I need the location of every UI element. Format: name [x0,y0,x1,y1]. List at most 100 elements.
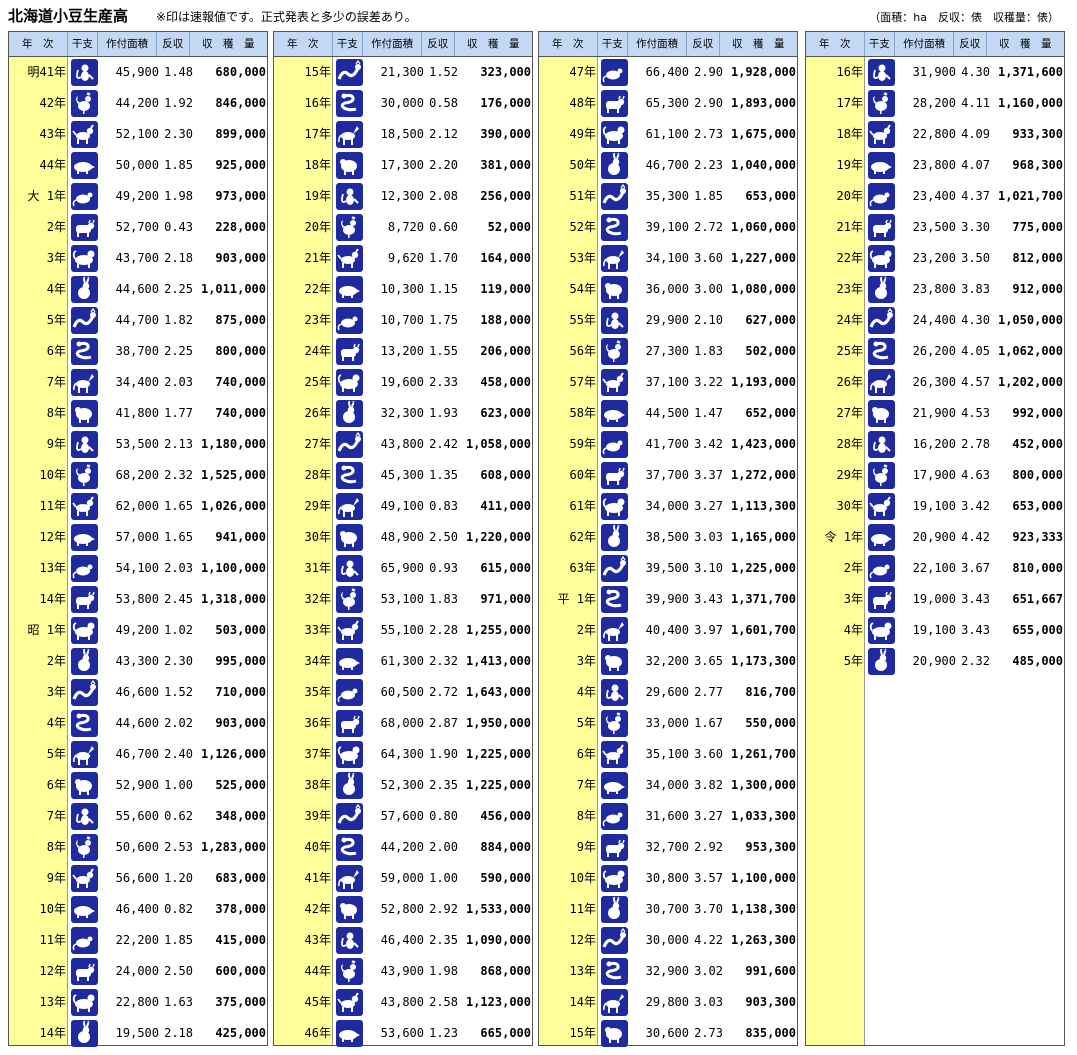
table-row: 9年 32,700 2.92 953,300 [539,832,797,863]
table-row: 49年 61,100 2.73 1,675,000 [539,119,797,150]
monkey-icon [601,679,628,706]
yield-cell: 2.30 [164,654,193,668]
yield-cell: 0.43 [164,220,193,234]
table-row: 22年 10,300 1.15 119,000 [274,274,532,305]
production-cell: 52,000 [487,220,531,234]
area-cell: 26,300 [912,375,956,389]
yield-cell: 1.85 [164,158,193,172]
yield-cell: 2.73 [694,127,723,141]
dragon-icon [601,927,628,954]
area-cell: 21,300 [380,65,424,79]
year-cell: 42年 [39,96,66,110]
production-cell: 971,000 [480,592,531,606]
table-row: 27年 21,900 4.53 992,000 [806,398,1064,429]
yield-cell: 2.02 [164,716,193,730]
monkey-icon [336,555,363,582]
yield-cell: 0.58 [429,96,458,110]
ox-icon [868,214,895,241]
horse-icon [71,741,98,768]
production-cell: 968,300 [1012,158,1063,172]
table-row: 4年 29,600 2.77 816,700 [539,677,797,708]
area-cell: 64,300 [380,747,424,761]
area-cell: 53,500 [115,437,159,451]
year-cell: 12年 [39,530,66,544]
year-cell: 55年 [569,313,596,327]
page-title: 北海道小豆生産高 [8,7,129,25]
year-cell: 9年 [576,840,596,854]
table-row: 16年 31,900 4.30 1,371,600 [806,57,1064,88]
dragon-icon [868,307,895,334]
table-row: 平 1年 39,900 3.43 1,371,700 [539,584,797,615]
yield-cell: 1.85 [694,189,723,203]
header-production: 収 穫 量 [732,38,785,50]
year-cell: 14年 [569,995,596,1009]
area-cell: 49,200 [115,623,159,637]
area-cell: 55,600 [115,809,159,823]
rat-icon [601,59,628,86]
year-cell: 5年 [46,747,66,761]
production-cell: 655,000 [1012,623,1063,637]
production-cell: 323,000 [480,65,531,79]
year-cell: 3年 [576,654,596,668]
production-cell: 899,000 [215,127,266,141]
production-cell: 1,318,000 [200,592,266,606]
production-cell: 884,000 [480,840,531,854]
dragon-icon [71,307,98,334]
table-row: 22年 23,200 3.50 812,000 [806,243,1064,274]
production-cell: 680,000 [215,65,266,79]
production-cell: 1,928,000 [730,65,796,79]
area-cell: 17,900 [912,468,956,482]
production-cell: 615,000 [480,561,531,575]
table-row: 60年 37,700 3.37 1,272,000 [539,460,797,491]
yield-cell: 3.00 [694,282,723,296]
table-row: 14年 29,800 3.03 903,300 [539,987,797,1018]
year-cell: 49年 [569,127,596,141]
column-headers: 年 次干支 作付面積 反収収 穫 量 [539,32,797,57]
table-row: 18年 17,300 2.20 381,000 [274,150,532,181]
yield-cell: 3.27 [694,809,723,823]
production-cell: 425,000 [215,1026,266,1040]
production-cell: 941,000 [215,530,266,544]
year-cell: 3年 [843,592,863,606]
area-cell: 22,800 [115,995,159,1009]
production-cell: 740,000 [215,406,266,420]
table-row: 25年 19,600 2.33 458,000 [274,367,532,398]
table-row: 44年 43,900 1.98 868,000 [274,956,532,987]
production-cell: 903,000 [215,716,266,730]
yield-cell: 2.87 [429,716,458,730]
table-row: 2年 43,300 2.30 995,000 [9,646,267,677]
area-cell: 39,100 [645,220,689,234]
year-cell: 20年 [304,220,331,234]
production-cell: 1,060,000 [730,220,796,234]
yield-cell: 2.10 [694,313,723,327]
area-cell: 41,700 [645,437,689,451]
table-row: 3年 19,000 3.43 651,667 [806,584,1064,615]
yield-cell: 1.52 [429,65,458,79]
rabbit-icon [71,648,98,675]
table-row: 17年 18,500 2.12 390,000 [274,119,532,150]
header-zodiac: 干支 [598,32,629,56]
table-row: 25年 26,200 4.05 1,062,000 [806,336,1064,367]
table-block-2: 年 次干支 作付面積 反収収 穫 量 15年 21,300 1.52 323,000 16年 3… [273,31,533,1047]
year-cell: 10年 [569,871,596,885]
table-row: 3年 32,200 3.65 1,173,300 [539,646,797,677]
table-row: 6年 52,900 1.00 525,000 [9,770,267,801]
area-cell: 31,600 [645,809,689,823]
rat-icon [71,183,98,210]
year-cell: 15年 [569,1026,596,1040]
yield-cell: 1.98 [429,964,458,978]
production-cell: 775,000 [1012,220,1063,234]
year-cell: 51年 [569,189,596,203]
area-cell: 49,200 [115,189,159,203]
yield-cell: 4.42 [961,530,990,544]
table-row: 8年 50,600 2.53 1,283,000 [9,832,267,863]
production-cell: 1,100,000 [200,561,266,575]
production-cell: 995,000 [215,654,266,668]
yield-cell: 3.50 [961,251,990,265]
yield-cell: 4.07 [961,158,990,172]
area-cell: 44,200 [380,840,424,854]
boar-icon [336,648,363,675]
production-cell: 1,371,700 [730,592,796,606]
header-zodiac: 干支 [68,32,99,56]
area-cell: 19,100 [912,499,956,513]
